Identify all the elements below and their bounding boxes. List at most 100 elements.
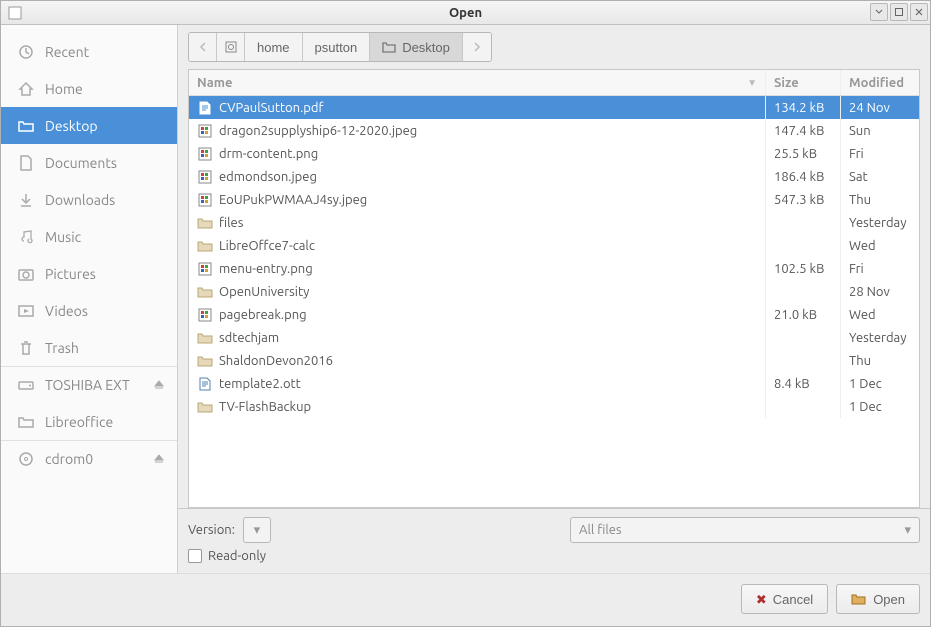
sidebar-item-label: Libreoffice	[45, 414, 167, 430]
file-list: Name ▼ Size Modified CVPaulSutton.pdf134…	[188, 69, 920, 508]
file-size-label: 102.5 kB	[774, 262, 824, 276]
file-size-label: 21.0 kB	[774, 308, 817, 322]
file-row[interactable]: edmondson.jpeg 186.4 kB Sat	[189, 165, 919, 188]
path-segment-label: Desktop	[402, 40, 450, 55]
path-segment-psutton[interactable]: psutton	[303, 33, 371, 61]
path-root-button[interactable]	[217, 33, 245, 61]
file-modified-label: Wed	[849, 239, 876, 253]
file-type-icon	[197, 238, 213, 254]
file-row[interactable]: menu-entry.png102.5 kBFri	[189, 257, 919, 280]
minimize-button[interactable]	[870, 3, 888, 21]
file-type-icon	[197, 307, 213, 323]
file-name-label: edmondson.jpeg	[219, 170, 317, 184]
file-size-cell: 25.5 kB	[766, 142, 841, 165]
folder-icon	[17, 118, 35, 134]
folder-icon	[382, 41, 396, 53]
close-button[interactable]	[910, 3, 928, 21]
file-name-cell: CVPaulSutton.pdf	[189, 96, 766, 119]
file-name-cell: pagebreak.png	[189, 303, 766, 326]
file-name-label: pagebreak.png	[219, 308, 307, 322]
open-button[interactable]: Open	[836, 584, 920, 614]
sidebar-item-downloads[interactable]: Downloads	[1, 181, 177, 218]
sidebar-item-recent[interactable]: Recent	[1, 33, 177, 70]
sidebar-item-toshiba-ext[interactable]: TOSHIBA EXT	[1, 366, 177, 403]
eject-icon[interactable]	[153, 453, 167, 465]
column-size-label: Size	[774, 76, 799, 90]
file-modified-cell: 1 Dec	[841, 395, 919, 418]
path-segment-home[interactable]: home	[245, 33, 303, 61]
file-row[interactable]: ShaldonDevon2016Thu	[189, 349, 919, 372]
file-type-icon	[197, 376, 213, 392]
file-name-cell: EoUPukPWMAAJ4sy.jpeg	[189, 188, 766, 211]
window-title: Open	[1, 6, 930, 20]
file-row[interactable]: OpenUniversity28 Nov	[189, 280, 919, 303]
sidebar-item-documents[interactable]: Documents	[1, 144, 177, 181]
sidebar-item-cdrom0[interactable]: cdrom0	[1, 440, 177, 477]
drive-icon	[17, 377, 35, 393]
filetype-filter-dropdown[interactable]: All files ▾	[570, 517, 920, 543]
file-modified-cell: Yesterday	[841, 211, 919, 234]
path-back-button[interactable]	[189, 33, 217, 61]
file-size-label: 186.4 kB	[774, 170, 824, 184]
dialog-footer: Version: ▾ All files ▾ Read-only	[178, 508, 930, 573]
file-type-icon	[197, 399, 213, 415]
eject-icon[interactable]	[153, 379, 167, 391]
file-row[interactable]: pagebreak.png21.0 kBWed	[189, 303, 919, 326]
file-row[interactable]: filesYesterday	[189, 211, 919, 234]
camera-icon	[17, 266, 35, 282]
version-dropdown[interactable]: ▾	[243, 517, 271, 543]
file-type-icon	[197, 330, 213, 346]
file-modified-cell: 24 Nov	[841, 96, 919, 119]
maximize-button[interactable]	[890, 3, 908, 21]
column-header-modified[interactable]: Modified	[841, 70, 919, 95]
file-row[interactable]: LibreOffce7-calc Wed	[189, 234, 919, 257]
file-name-cell: dragon2supplyship6-12-2020.jpeg	[189, 119, 766, 142]
file-name-cell: template2.ott	[189, 372, 766, 395]
video-icon	[17, 303, 35, 319]
file-name-label: LibreOffce7-calc	[219, 239, 315, 253]
dialog-buttons: ✖ Cancel Open	[1, 573, 930, 626]
file-modified-label: 24 Nov	[849, 101, 890, 115]
footer-row-readonly: Read-only	[188, 549, 920, 563]
sidebar-item-label: Music	[45, 229, 167, 245]
sidebar-item-music[interactable]: Music	[1, 218, 177, 255]
open-button-label: Open	[873, 592, 905, 607]
file-row[interactable]: dragon2supplyship6-12-2020.jpeg147.4 kBS…	[189, 119, 919, 142]
file-name-label: CVPaulSutton.pdf	[219, 101, 323, 115]
file-row[interactable]: CVPaulSutton.pdf134.2 kB24 Nov	[189, 96, 919, 119]
file-size-label: 547.3 kB	[774, 193, 824, 207]
sidebar-item-libreoffice[interactable]: Libreoffice	[1, 403, 177, 440]
file-row[interactable]: EoUPukPWMAAJ4sy.jpeg547.3 kBThu	[189, 188, 919, 211]
file-row[interactable]: sdtechjamYesterday	[189, 326, 919, 349]
sidebar-item-pictures[interactable]: Pictures	[1, 255, 177, 292]
file-modified-label: Sat	[849, 170, 868, 184]
places-sidebar: RecentHomeDesktopDocumentsDownloads Music…	[1, 25, 178, 573]
sidebar-item-videos[interactable]: Videos	[1, 292, 177, 329]
readonly-label: Read-only	[208, 549, 266, 563]
file-type-icon	[197, 261, 213, 277]
column-header-size[interactable]: Size	[766, 70, 841, 95]
file-type-icon	[197, 215, 213, 231]
cancel-button[interactable]: ✖ Cancel	[741, 584, 828, 614]
path-segment-desktop[interactable]: Desktop	[370, 33, 463, 61]
sidebar-item-trash[interactable]: Trash	[1, 329, 177, 366]
file-modified-cell: 28 Nov	[841, 280, 919, 303]
column-header-name[interactable]: Name ▼	[189, 70, 766, 95]
file-modified-cell: Thu	[841, 349, 919, 372]
file-type-icon	[197, 146, 213, 162]
file-row[interactable]: TV-FlashBackup1 Dec	[189, 395, 919, 418]
file-name-cell: edmondson.jpeg	[189, 165, 766, 188]
disc-icon	[17, 451, 35, 467]
file-row[interactable]: drm-content.png25.5 kBFri	[189, 142, 919, 165]
path-forward-button[interactable]	[463, 33, 491, 61]
folder-open-icon	[851, 592, 867, 606]
file-size-cell	[766, 234, 841, 257]
trash-icon	[17, 340, 35, 356]
sidebar-item-home[interactable]: Home	[1, 70, 177, 107]
file-row[interactable]: template2.ott8.4 kB1 Dec	[189, 372, 919, 395]
sidebar-item-desktop[interactable]: Desktop	[1, 107, 177, 144]
file-type-icon	[197, 169, 213, 185]
file-modified-label: Thu	[849, 354, 871, 368]
readonly-checkbox[interactable]: Read-only	[188, 549, 266, 563]
file-modified-label: 1 Dec	[849, 377, 882, 391]
